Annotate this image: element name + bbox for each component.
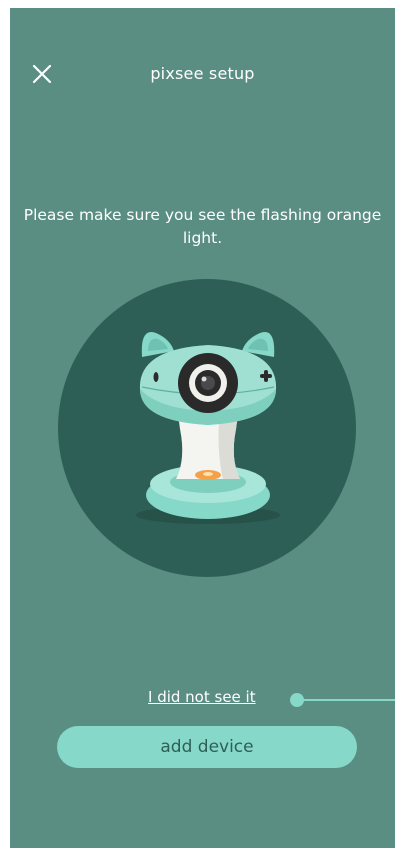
pixsee-camera-illustration [136, 332, 280, 524]
setup-screen: pixsee setup Please make sure you see th… [10, 8, 395, 848]
tutorial-pointer-icon [290, 693, 395, 707]
page-title: pixsee setup [150, 64, 255, 83]
add-device-button[interactable]: add device [57, 726, 357, 768]
instruction-text: Please make sure you see the flashing or… [23, 206, 382, 247]
did-not-see-link[interactable]: I did not see it [148, 688, 256, 706]
